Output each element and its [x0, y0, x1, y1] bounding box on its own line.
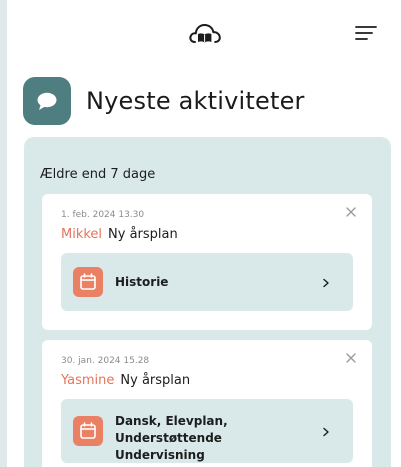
subject-link[interactable]: Dansk, Elevplan, Understøttende Undervis…: [61, 399, 353, 463]
page-title: Nyeste aktiviteter: [86, 87, 305, 115]
activity-card: 30. jan. 2024 15.28 YasmineNy årsplan D: [42, 340, 372, 467]
subject-label: Dansk, Elevplan, Understøttende Undervis…: [115, 414, 228, 462]
chevron-right-icon: [323, 278, 329, 288]
activity-summary: Yasmine Ny årsplan: [61, 373, 190, 388]
chevron-right-icon: [323, 427, 329, 437]
user-name: Yasmine: [61, 373, 115, 388]
activity-panel: Ældre end 7 dage 1. feb. 2024 13.30 Mikk…: [24, 137, 391, 467]
subject-link[interactable]: Historie: [61, 253, 353, 311]
close-icon[interactable]: [344, 351, 358, 365]
activity-timestamp: 30. jan. 2024 15.28: [61, 356, 150, 366]
app-screen: Nyeste aktiviteter Ældre end 7 dage 1. f…: [7, 0, 401, 467]
subject-label: Historie: [115, 275, 169, 289]
activity-timestamp: 1. feb. 2024 13.30: [61, 210, 145, 220]
close-icon[interactable]: [344, 205, 358, 219]
activity-card: 1. feb. 2024 13.30 MikkelNy årsplan His: [42, 194, 372, 330]
hamburger-menu-icon[interactable]: [355, 24, 377, 42]
activity-action: Ny årsplan: [120, 373, 191, 388]
activity-action: Ny årsplan: [108, 227, 178, 242]
section-label: Ældre end 7 dage: [40, 167, 156, 182]
user-name: Mikkel: [61, 227, 103, 242]
cloud-book-icon: [189, 24, 221, 43]
calendar-icon: [73, 416, 103, 446]
activity-summary: Mikkel Ny årsplan: [61, 227, 178, 242]
chat-bubble-icon: [23, 77, 71, 125]
calendar-icon: [73, 267, 103, 297]
